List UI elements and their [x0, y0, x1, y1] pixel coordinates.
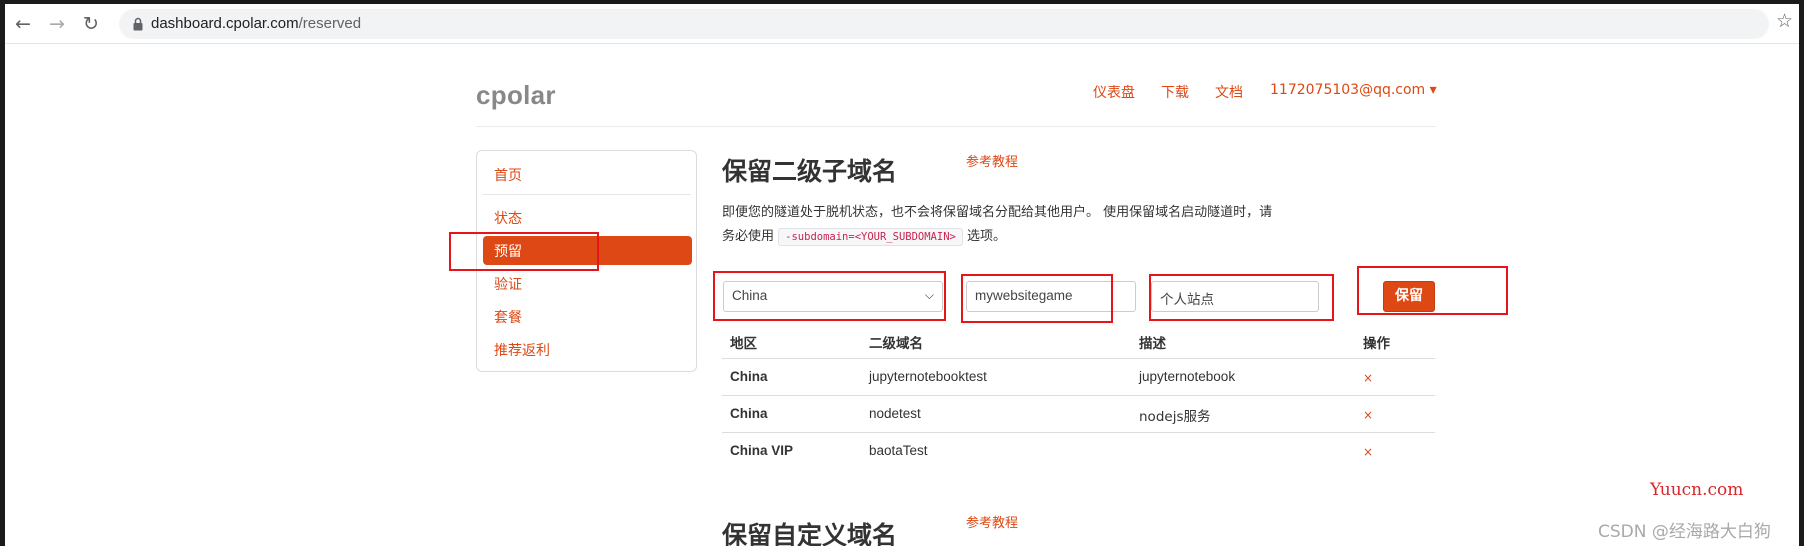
highlight-box-save [1357, 266, 1508, 315]
nav-dashboard[interactable]: 仪表盘 [1093, 82, 1135, 102]
watermark-csdn: CSDN @经海路大白狗 [1598, 522, 1771, 542]
table-row-divider [722, 432, 1435, 433]
page-description: 即便您的隧道处于脱机状态，也不会将保留域名分配给其他用户。 使用保留域名启动隧道… [722, 201, 1282, 249]
sidebar-item-referral[interactable]: 推荐返利 [494, 340, 550, 360]
browser-toolbar: ← → ↻ dashboard.cpolar.com/reserved ☆ [5, 4, 1799, 44]
custom-reference-tutorial-link[interactable]: 参考教程 [966, 512, 1018, 531]
table-header-region: 地区 [730, 336, 757, 352]
sidebar-divider [483, 194, 691, 195]
page-title: 保留二级子域名 [722, 157, 898, 186]
url-text: dashboard.cpolar.com/reserved [151, 15, 361, 32]
lock-icon [133, 17, 143, 31]
table-cell-region: China [730, 406, 768, 421]
table-cell-region: China VIP [730, 443, 794, 458]
reference-tutorial-link[interactable]: 参考教程 [966, 151, 1018, 170]
nav-docs[interactable]: 文档 [1215, 82, 1243, 102]
highlight-box-region [713, 271, 946, 321]
url-path: /reserved [298, 15, 362, 32]
highlight-box-subdomain [961, 274, 1113, 323]
nav-account-dropdown[interactable]: 1172075103@qq.com ▾ [1270, 82, 1437, 98]
table-cell-subdomain: nodetest [869, 406, 921, 421]
header-divider [476, 126, 1436, 127]
window-frame-right [1799, 0, 1804, 546]
url-host: dashboard.cpolar.com [151, 15, 299, 32]
watermark-yuucn: Yuucn.com [1650, 480, 1744, 500]
forward-arrow-icon[interactable]: → [45, 12, 69, 36]
reload-icon[interactable]: ↻ [79, 12, 103, 36]
delete-icon[interactable]: × [1363, 408, 1373, 422]
delete-icon[interactable]: × [1363, 371, 1373, 385]
sidebar-item-status[interactable]: 状态 [494, 208, 522, 228]
back-arrow-icon[interactable]: ← [11, 12, 35, 36]
nav-download[interactable]: 下载 [1161, 82, 1189, 102]
table-row-divider [722, 358, 1435, 359]
subdomain-option-code: -subdomain=<YOUR_SUBDOMAIN> [778, 228, 963, 246]
highlight-box-description [1149, 274, 1334, 321]
brand-logo[interactable]: cpolar [476, 80, 556, 111]
sidebar-item-verify[interactable]: 验证 [494, 274, 522, 294]
table-cell-description: nodejs服务 [1139, 409, 1211, 425]
sidebar-item-home[interactable]: 首页 [494, 165, 522, 185]
window-frame-left [0, 0, 5, 546]
delete-icon[interactable]: × [1363, 445, 1373, 459]
table-header-actions: 操作 [1363, 336, 1390, 352]
bookmark-star-icon[interactable]: ☆ [1776, 10, 1793, 32]
table-cell-region: China [730, 369, 768, 384]
table-header-subdomain: 二级域名 [869, 336, 923, 352]
section-title-custom-domain: 保留自定义域名 [722, 521, 898, 546]
table-cell-description: jupyternotebook [1139, 369, 1236, 384]
address-bar[interactable]: dashboard.cpolar.com/reserved [119, 9, 1769, 39]
highlight-box-sidebar [449, 232, 599, 271]
sidebar-item-plans[interactable]: 套餐 [494, 307, 522, 327]
table-row-divider [722, 395, 1435, 396]
table-cell-subdomain: baotaTest [869, 443, 928, 458]
table-cell-subdomain: jupyternotebooktest [869, 369, 987, 384]
description-text-2: 选项。 [966, 229, 1006, 244]
table-header-description: 描述 [1139, 336, 1166, 352]
